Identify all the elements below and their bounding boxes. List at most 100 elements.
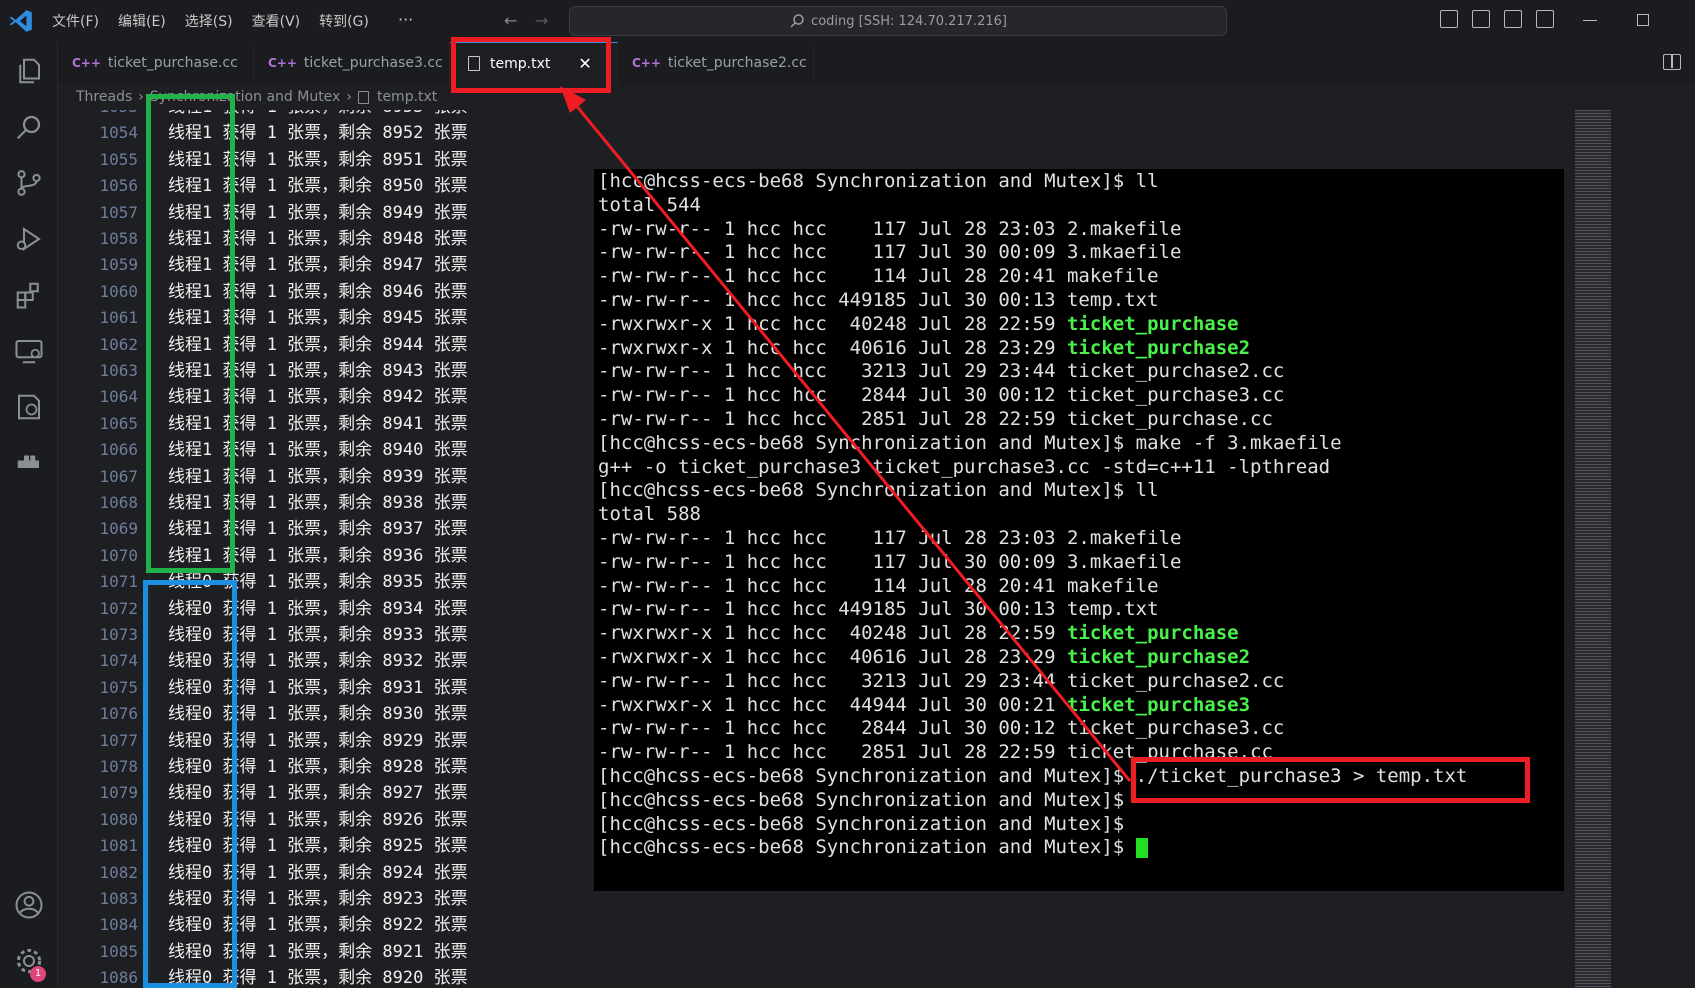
terminal-line: -rw-rw-r-- 1 hcc hcc 114 Jul 28 20:41 ma… (598, 574, 1159, 597)
code-line: 1085 线程0 获得 1 张票，剩余 8921 张票 (58, 939, 467, 965)
code-line: 1080 线程0 获得 1 张票，剩余 8926 张票 (58, 807, 467, 833)
code-line: 1069 线程1 获得 1 张票，剩余 8937 张票 (58, 516, 467, 542)
line-number: 1057 (99, 202, 138, 222)
toggle-panel-icon[interactable] (1472, 10, 1490, 28)
testing-icon[interactable] (14, 392, 44, 422)
line-text: 线程1 获得 1 张票，剩余 8942 张票 (168, 387, 468, 408)
terminal-line: total 588 (598, 503, 701, 526)
tab-label: ticket_purchase3.cc (303, 55, 443, 71)
explorer-icon[interactable] (14, 56, 44, 86)
menu-file[interactable]: 文件(F) (52, 11, 99, 31)
chevron-right-icon: › (138, 89, 144, 105)
line-text: 线程1 获得 1 张票，剩余 8953 张票 (168, 110, 468, 120)
search-icon[interactable] (14, 112, 44, 142)
toggle-secondary-sidebar-icon[interactable] (1504, 10, 1522, 28)
line-number: 1074 (99, 651, 138, 671)
menu-edit[interactable]: 编辑(E) (118, 11, 166, 31)
line-number: 1075 (99, 677, 138, 697)
tab-label: temp.txt (490, 55, 551, 72)
line-number: 1080 (99, 809, 138, 829)
terminal-line: [hcc@hcss-ecs-be68 Synchronization and M… (598, 431, 1342, 454)
run-debug-icon[interactable] (14, 224, 44, 254)
file-icon (357, 90, 369, 104)
restore-window-icon[interactable] (1637, 14, 1649, 26)
line-number: 1078 (99, 757, 138, 776)
line-number: 1073 (99, 625, 138, 644)
split-editor-icon[interactable] (1663, 54, 1681, 70)
source-control-icon[interactable] (14, 168, 44, 198)
back-arrow-icon[interactable]: ← (504, 11, 517, 30)
menu-go[interactable]: 转到(G) (319, 11, 369, 31)
line-text: 线程0 获得 1 张票，剩余 8931 张票 (168, 677, 468, 698)
code-line: 1078 线程0 获得 1 张票，剩余 8928 张票 (58, 754, 467, 780)
line-text: 线程0 获得 1 张票，剩余 8929 张票 (168, 730, 468, 751)
line-number: 1056 (99, 176, 138, 196)
forward-arrow-icon[interactable]: → (535, 11, 548, 30)
terminal-line: -rw-rw-r-- 1 hcc hcc 449185 Jul 30 00:13… (598, 598, 1159, 621)
breadcrumb-item[interactable]: Threads (76, 89, 132, 105)
menu-view[interactable]: 查看(V) (252, 11, 301, 31)
line-number: 1079 (99, 783, 138, 803)
close-icon[interactable]: ✕ (578, 54, 591, 73)
line-text: 线程1 获得 1 张票，剩余 8940 张票 (168, 440, 468, 461)
code-line: 1077 线程0 获得 1 张票，剩余 8929 张票 (58, 728, 467, 754)
remote-explorer-icon[interactable] (14, 336, 44, 366)
line-number: 1054 (99, 123, 138, 143)
line-text: 线程0 获得 1 张票，剩余 8924 张票 (168, 862, 468, 883)
terminal-line: -rw-rw-r-- 1 hcc hcc 2844 Jul 30 00:12 t… (598, 717, 1285, 740)
code-line: 1073 线程0 获得 1 张票，剩余 8933 张票 (58, 622, 467, 648)
command-center-search[interactable]: coding [SSH: 124.70.217.216] (569, 6, 1227, 36)
terminal-line: [hcc@hcss-ecs-be68 Synchronization and M… (598, 788, 1125, 811)
code-line: 1061 线程1 获得 1 张票，剩余 8945 张票 (58, 305, 467, 331)
terminal-line: -rw-rw-r-- 1 hcc hcc 117 Jul 30 00:09 3.… (598, 550, 1182, 573)
minimap[interactable] (1575, 110, 1611, 988)
line-number: 1067 (99, 466, 138, 486)
terminal-line: -rwxrwxr-x 1 hcc hcc 40616 Jul 28 23:29 … (598, 646, 1251, 668)
title-bar: 文件(F) 编辑(E) 选择(S) 查看(V) 转到(G) ··· ← → co… (0, 0, 1695, 42)
minimize-window-icon[interactable] (1583, 20, 1597, 21)
line-number: 1086 (99, 968, 138, 988)
code-line: 1054 线程1 获得 1 张票，剩余 8952 张票 (58, 120, 467, 146)
account-icon[interactable] (14, 890, 44, 920)
tab-ticket-purchase2-cc[interactable]: C++ ticket_purchase2.cc (618, 42, 814, 84)
code-line: 1059 线程1 获得 1 张票，剩余 8947 张票 (58, 252, 467, 278)
more-menu-button[interactable]: ··· (398, 10, 413, 29)
code-line: 1064 线程1 获得 1 张票，剩余 8942 张票 (58, 384, 467, 410)
line-number: 1071 (99, 572, 138, 592)
line-text: 线程1 获得 1 张票，剩余 8938 张票 (168, 493, 468, 513)
terminal-panel[interactable]: [hcc@hcss-ecs-be68 Synchronization and M… (594, 169, 1564, 891)
code-line: 1083 线程0 获得 1 张票，剩余 8923 张票 (58, 886, 467, 912)
code-line: 1082 线程0 获得 1 张票，剩余 8924 张票 (58, 860, 467, 886)
terminal-line: -rwxrwxr-x 1 hcc hcc 40616 Jul 28 23:29 … (598, 336, 1251, 359)
terminal-line: -rw-rw-r-- 1 hcc hcc 114 Jul 28 20:41 ma… (598, 265, 1159, 288)
code-line: 1086 线程0 获得 1 张票，剩余 8920 张票 (58, 965, 467, 988)
gutter-divider (149, 110, 150, 988)
docker-icon[interactable] (14, 448, 44, 478)
breadcrumb-item[interactable]: Synchronization and Mutex (150, 89, 340, 105)
line-number: 1064 (99, 387, 138, 407)
line-text: 线程1 获得 1 张票，剩余 8951 张票 (168, 149, 468, 170)
line-text: 线程0 获得 1 张票，剩余 8927 张票 (168, 783, 468, 804)
editor-tab-bar: C++ ticket_purchase.cc C++ ticket_purcha… (58, 42, 1695, 84)
customize-layout-icon[interactable] (1536, 10, 1554, 28)
line-number: 1082 (99, 862, 138, 882)
activity-bar: 1 (0, 42, 58, 988)
terminal-cursor (1135, 837, 1148, 858)
line-number: 1060 (99, 281, 138, 301)
extensions-icon[interactable] (14, 280, 44, 310)
search-label: coding [SSH: 124.70.217.216] (811, 13, 1007, 29)
tab-ticket-purchase3-cc[interactable]: C++ ticket_purchase3.cc (254, 42, 450, 84)
toggle-primary-sidebar-icon[interactable] (1440, 10, 1458, 28)
line-number: 1076 (99, 704, 138, 724)
line-number: 1084 (99, 915, 138, 935)
menu-selection[interactable]: 选择(S) (185, 11, 233, 31)
tab-temp-txt[interactable]: temp.txt ✕ (450, 42, 618, 84)
breadcrumb-item[interactable]: temp.txt (377, 89, 437, 105)
terminal-line: [hcc@hcss-ecs-be68 Synchronization and M… (598, 170, 1159, 192)
tab-label: ticket_purchase2.cc (667, 55, 807, 71)
menu-bar: 文件(F) 编辑(E) 选择(S) 查看(V) 转到(G) (52, 0, 388, 42)
tab-ticket-purchase-cc[interactable]: C++ ticket_purchase.cc (58, 42, 254, 84)
terminal-line: -rw-rw-r-- 1 hcc hcc 3213 Jul 29 23:44 t… (598, 669, 1285, 692)
cpp-file-icon: C++ (632, 56, 661, 70)
line-number: 1069 (99, 519, 138, 539)
